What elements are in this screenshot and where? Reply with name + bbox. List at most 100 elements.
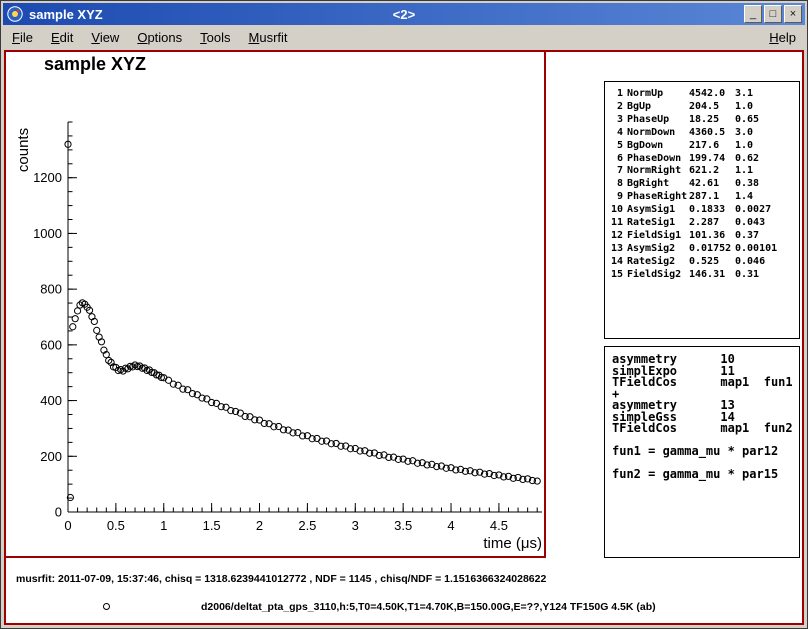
window-controls: _ □ × [744,5,805,23]
param-number: 2 [609,101,623,114]
param-error: 1.0 [735,101,799,114]
param-error: 0.62 [735,153,799,166]
param-error: 0.043 [735,217,799,230]
param-error: 0.0027 [735,204,799,217]
param-error: 3.0 [735,127,799,140]
param-name: AsymSig2 [627,243,685,256]
param-name: NormRight [627,165,685,178]
svg-text:400: 400 [40,393,62,408]
menu-item[interactable]: File [3,27,42,48]
param-number: 10 [609,204,623,217]
menu-item[interactable]: Musrfit [240,27,297,48]
menubar: File Edit View Options Tools Musrfit Hel… [3,25,805,49]
parameter-row: 15 FieldSig2 146.31 0.31 [609,269,799,282]
param-number: 15 [609,269,623,282]
svg-text:time (μs): time (μs) [483,535,542,552]
svg-text:4.5: 4.5 [490,518,508,533]
svg-text:800: 800 [40,282,62,297]
parameter-row: 1 NormUp 4542.0 3.1 [609,88,799,101]
titlebar[interactable]: sample XYZ <2> _ □ × [3,3,805,25]
parameter-row: 3 PhaseUp 18.25 0.65 [609,114,799,127]
param-error: 3.1 [735,88,799,101]
param-value: 0.525 [689,256,731,269]
param-number: 6 [609,153,623,166]
window-title-center: <2> [3,7,805,22]
close-icon: × [790,8,796,20]
param-value: 199.74 [689,153,731,166]
maximize-icon: □ [770,8,777,20]
param-value: 18.25 [689,114,731,127]
param-value: 0.01752 [689,243,731,256]
svg-text:2.5: 2.5 [298,518,316,533]
param-number: 4 [609,127,623,140]
param-value: 217.6 [689,140,731,153]
svg-text:0: 0 [64,518,71,533]
param-error: 1.0 [735,140,799,153]
param-name: BgUp [627,101,685,114]
legend-label: d2006/deltat_pta_gps_3110,h:5,T0=4.50K,T… [201,601,656,613]
param-value: 4542.0 [689,88,731,101]
maximize-button[interactable]: □ [764,5,782,23]
svg-text:600: 600 [40,337,62,352]
minimize-button[interactable]: _ [744,5,762,23]
close-button[interactable]: × [784,5,802,23]
menu-item[interactable]: Edit [42,27,82,48]
theory-text: asymmetry 10 simplExpo 11 TFieldCos map1… [605,347,799,481]
app-window: sample XYZ <2> _ □ × File Edit View Opti… [0,0,808,629]
menu-item[interactable]: Tools [191,27,239,48]
svg-text:2: 2 [256,518,263,533]
param-name: FieldSig2 [627,269,685,282]
svg-text:3.5: 3.5 [394,518,412,533]
param-name: AsymSig1 [627,204,685,217]
param-name: BgRight [627,178,685,191]
menu-item[interactable]: Options [128,27,191,48]
param-error: 0.37 [735,230,799,243]
menu-item-help[interactable]: Help [760,27,805,48]
svg-text:counts: counts [15,128,32,172]
param-value: 0.1833 [689,204,731,217]
menu-items: File Edit View Options Tools Musrfit [3,27,297,48]
parameter-row: 10 AsymSig1 0.1833 0.0027 [609,204,799,217]
legend: d2006/deltat_pta_gps_3110,h:5,T0=4.50K,T… [6,598,802,618]
plot-svg[interactable]: 00.511.522.533.544.502004006008001000120… [6,52,544,556]
fit-info: musrfit: 2011-07-09, 15:37:46, chisq = 1… [16,573,546,585]
svg-text:0.5: 0.5 [107,518,125,533]
param-error: 0.00101 [735,243,799,256]
svg-text:3: 3 [352,518,359,533]
param-error: 0.31 [735,269,799,282]
svg-text:1.5: 1.5 [203,518,221,533]
parameter-row: 5 BgDown 217.6 1.0 [609,140,799,153]
param-number: 13 [609,243,623,256]
param-number: 3 [609,114,623,127]
param-error: 0.38 [735,178,799,191]
svg-text:4: 4 [447,518,454,533]
svg-text:1: 1 [160,518,167,533]
theory-box[interactable]: asymmetry 10 simplExpo 11 TFieldCos map1… [604,346,800,558]
param-name: RateSig2 [627,256,685,269]
svg-text:0: 0 [55,505,62,520]
param-value: 101.36 [689,230,731,243]
param-number: 1 [609,88,623,101]
svg-text:1200: 1200 [33,170,62,185]
parameter-row: 2 BgUp 204.5 1.0 [609,101,799,114]
plot-pad[interactable]: sample XYZ 00.511.522.533.544.5020040060… [6,52,546,558]
menu-item[interactable]: View [82,27,128,48]
param-number: 14 [609,256,623,269]
parameter-row: 12 FieldSig1 101.36 0.37 [609,230,799,243]
root-canvas[interactable]: sample XYZ 00.511.522.533.544.5020040060… [4,50,804,625]
param-number: 12 [609,230,623,243]
param-value: 4360.5 [689,127,731,140]
param-number: 5 [609,140,623,153]
legend-marker-circle [103,603,110,610]
window-title: sample XYZ [29,7,103,22]
param-number: 7 [609,165,623,178]
parameter-row: 14 RateSig2 0.525 0.046 [609,256,799,269]
param-value: 2.287 [689,217,731,230]
param-name: NormUp [627,88,685,101]
parameter-row: 8 BgRight 42.61 0.38 [609,178,799,191]
param-error: 0.65 [735,114,799,127]
param-name: FieldSig1 [627,230,685,243]
param-error: 0.046 [735,256,799,269]
svg-text:1000: 1000 [33,226,62,241]
parameters-box[interactable]: 1 NormUp 4542.0 3.1 2 BgUp 204.5 1.0 3 [604,81,800,339]
